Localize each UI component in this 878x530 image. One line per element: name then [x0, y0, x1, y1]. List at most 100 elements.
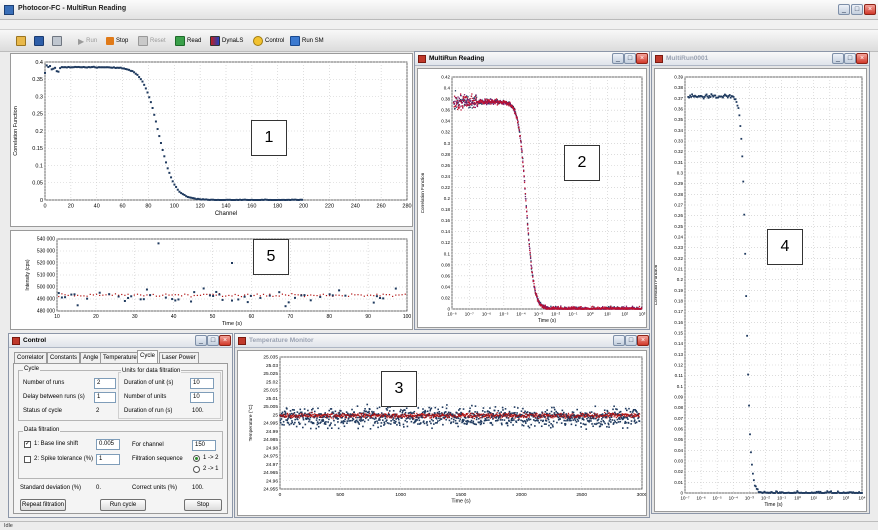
minimize-icon[interactable]: _ [612, 53, 624, 64]
data-point [505, 416, 508, 419]
data-point [516, 412, 518, 414]
data-point [524, 420, 527, 423]
data-point [519, 131, 521, 133]
data-point [615, 416, 617, 419]
data-point [334, 410, 337, 413]
run-cycle-button[interactable]: Run cycle [100, 499, 146, 511]
repeat-filtration-button[interactable]: Repeat filtration [20, 499, 66, 511]
data-point [508, 420, 510, 422]
data-point [330, 422, 332, 424]
tab-laser-power[interactable]: Laser Power [159, 352, 199, 363]
y-tick-label: 0.2 [35, 129, 43, 135]
data-point [737, 107, 740, 109]
data-point [358, 423, 361, 425]
spike-checkbox[interactable] [24, 456, 31, 463]
data-point [754, 485, 757, 488]
save-button[interactable] [34, 35, 44, 47]
data-point [460, 105, 462, 107]
multirun0001-window[interactable]: MultiRun0001 _ □ × 10⁻⁷ 10⁻⁶ 10⁻⁵ 10⁻⁴ 10⁻³ 1… [651, 51, 870, 514]
data-point [190, 300, 193, 303]
data-point [430, 407, 433, 410]
data-point [136, 293, 139, 295]
tab-cycle[interactable]: Cycle [137, 350, 159, 363]
multirun-reading-window[interactable]: MultiRun Reading _ □ × 10⁻⁸ 10⁻⁷ 10⁻⁶ 10⁻⁵ 1… [414, 51, 650, 330]
y-tick-label: 0.23 [674, 245, 683, 250]
tab-temperature[interactable]: Temperature [100, 352, 140, 363]
minimize-icon[interactable]: _ [195, 335, 207, 346]
data-point [722, 96, 724, 99]
tab-angle[interactable]: Angle [80, 352, 102, 363]
minimize-icon[interactable]: _ [613, 335, 625, 346]
read-button[interactable]: Read [175, 35, 201, 47]
temperature-monitor-titlebar[interactable]: Temperature Monitor _ □ × [235, 334, 649, 348]
data-point [746, 334, 749, 337]
multirun-reading-titlebar[interactable]: MultiRun Reading _ □ × [415, 52, 649, 66]
open-button[interactable] [16, 35, 26, 47]
close-icon[interactable]: × [864, 4, 876, 15]
data-point [456, 103, 458, 105]
for-channel-input[interactable]: 150 [192, 440, 216, 451]
number-units-input[interactable]: 10 [190, 392, 214, 403]
close-icon[interactable]: × [856, 53, 868, 64]
data-point [635, 421, 638, 424]
maximize-icon[interactable]: □ [624, 53, 636, 64]
data-point [631, 413, 633, 416]
close-icon[interactable]: × [219, 335, 231, 346]
data-point [303, 295, 306, 298]
multirun0001-titlebar[interactable]: MultiRun0001 _ □ × [652, 52, 869, 66]
reset-button[interactable]: Reset [138, 35, 166, 47]
duration-unit-label: Duration of unit (s) [124, 380, 174, 386]
close-icon[interactable]: × [636, 53, 648, 64]
baseline-input[interactable]: 0.005 [96, 439, 120, 450]
print-button[interactable] [52, 35, 62, 47]
data-point [567, 412, 570, 414]
stop-button[interactable]: Stop [106, 35, 128, 47]
y-tick-label: 0.28 [674, 192, 683, 197]
maximize-icon[interactable]: □ [207, 335, 219, 346]
control-button[interactable]: Control [253, 35, 284, 47]
data-point [501, 423, 503, 426]
dynals-button[interactable]: DynaLS [210, 35, 243, 47]
data-point [537, 298, 539, 301]
control-titlebar[interactable]: Control _ □ × [9, 334, 232, 348]
maximize-icon[interactable]: □ [851, 4, 863, 15]
x-tick-label: 10³ [639, 312, 646, 317]
tab-constants[interactable]: Constants [47, 352, 81, 363]
minimize-icon[interactable]: _ [838, 4, 850, 15]
temperature-monitor-window[interactable]: Temperature Monitor _ □ × 0 500 1000 1500 20… [234, 333, 650, 518]
data-point [193, 294, 195, 297]
data-point [467, 412, 469, 415]
maximize-icon[interactable]: □ [844, 53, 856, 64]
data-point [281, 411, 284, 414]
data-point [291, 421, 294, 424]
duration-unit-input[interactable]: 10 [190, 378, 214, 389]
seq-2-1-radio[interactable] [193, 466, 200, 473]
seq-1-2-radio[interactable] [193, 455, 200, 462]
data-point [360, 414, 363, 416]
run-button[interactable]: ▶ Run [78, 35, 97, 47]
baseline-checkbox[interactable]: ✓ [24, 441, 31, 448]
stop-cycle-button[interactable]: Stop [184, 499, 222, 511]
delay-input[interactable]: 1 [94, 392, 116, 403]
data-point [249, 294, 252, 297]
x-tick-label: 10¹ [810, 496, 817, 501]
control-window[interactable]: Control _ □ × Correlator Constants Angle… [8, 333, 233, 518]
maximize-icon[interactable]: □ [625, 335, 637, 346]
close-icon[interactable]: × [637, 335, 649, 346]
run-sm-button[interactable]: Run SM [290, 35, 324, 47]
data-point [303, 294, 306, 297]
spike-input[interactable]: 1 [96, 454, 120, 465]
data-point [534, 290, 536, 292]
data-point [619, 410, 622, 413]
data-point [448, 419, 451, 422]
data-point [774, 492, 777, 494]
tab-correlator[interactable]: Correlator [14, 352, 47, 363]
data-point [298, 412, 300, 415]
data-point [388, 294, 391, 296]
number-of-runs-input[interactable]: 2 [94, 378, 116, 389]
data-point [734, 98, 737, 101]
data-point [446, 404, 448, 406]
data-point [592, 425, 594, 428]
minimize-icon[interactable]: _ [832, 53, 844, 64]
data-point [594, 405, 597, 408]
